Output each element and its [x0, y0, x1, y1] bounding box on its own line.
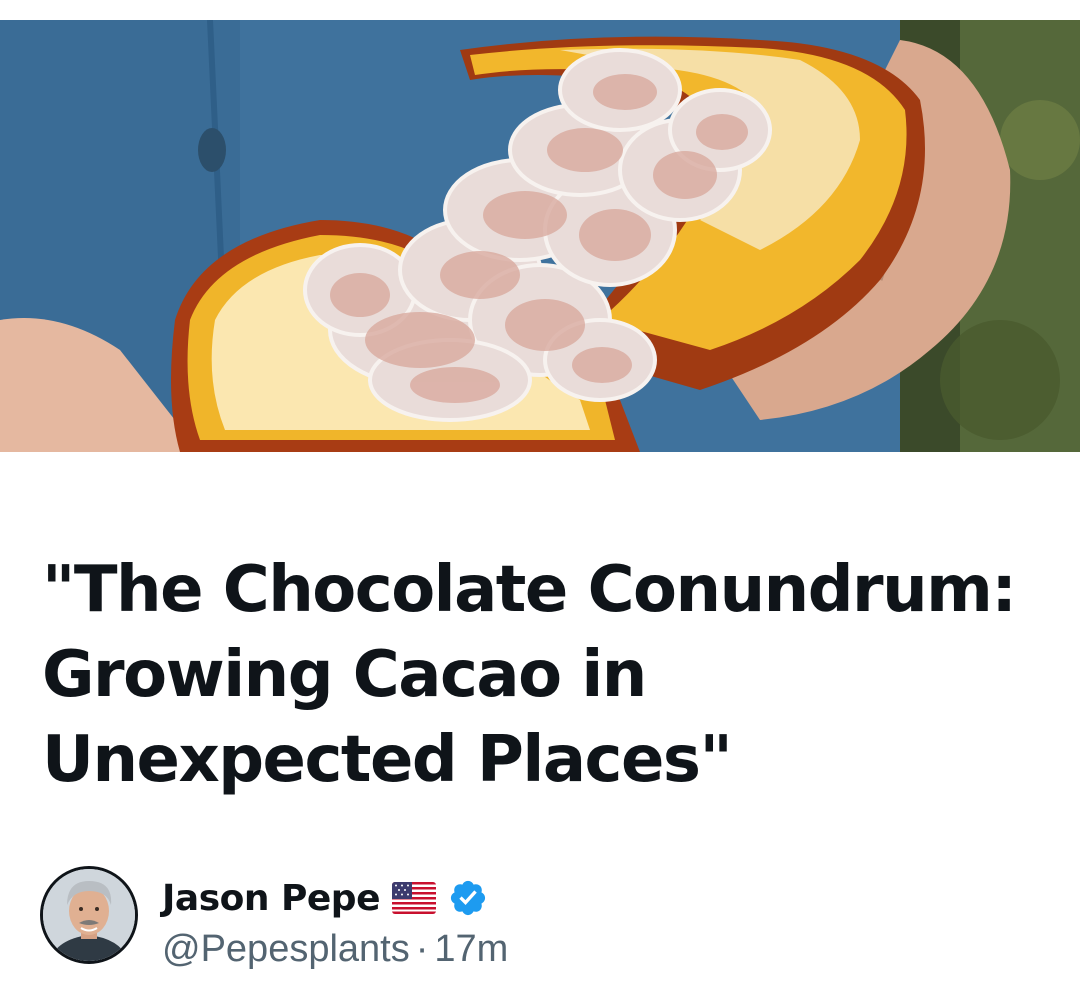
avatar[interactable]	[40, 866, 138, 964]
author-name[interactable]: Jason Pepe	[162, 878, 381, 919]
author-name-row: Jason Pepe	[162, 874, 488, 922]
author-info: Jason Pepe @Pepesplants · 17m	[40, 866, 1040, 970]
us-flag-icon	[392, 882, 436, 914]
author-meta: @Pepesplants · 17m	[162, 928, 508, 971]
verified-badge-icon[interactable]	[448, 878, 488, 918]
author-handle[interactable]: @Pepesplants	[162, 928, 410, 970]
article-title[interactable]: "The Chocolate Conundrum: Growing Cacao …	[42, 548, 1052, 803]
article-cover-image[interactable]	[0, 20, 1080, 452]
post-timestamp[interactable]: 17m	[434, 928, 508, 970]
meta-separator: ·	[415, 928, 429, 970]
